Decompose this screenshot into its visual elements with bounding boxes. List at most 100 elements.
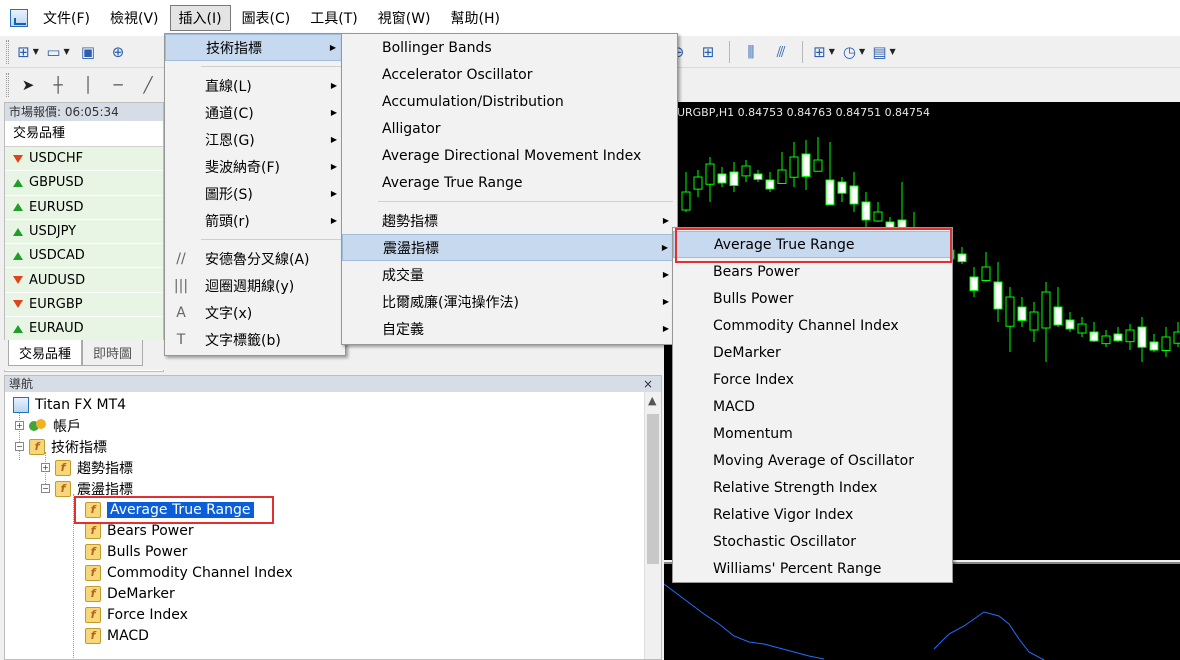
menu-insert[interactable]: 插入(I) bbox=[169, 5, 231, 31]
menu-item[interactable]: Accelerator Oscillator bbox=[342, 61, 677, 88]
menu-item[interactable]: 直線(L) ▶ bbox=[165, 72, 345, 99]
menu-charts[interactable]: 圖表(C) bbox=[233, 5, 300, 31]
menu-item[interactable]: 自定義 ▶ bbox=[342, 315, 677, 342]
tree-indicators[interactable]: − f 技術指標 bbox=[5, 436, 661, 457]
tab-symbols[interactable]: 交易品種 bbox=[8, 340, 83, 366]
oscillator-menu-item[interactable]: Relative Vigor Index bbox=[673, 501, 952, 528]
symbol-label: AUDUSD bbox=[29, 272, 86, 288]
menu-item[interactable]: // 安德魯分叉線(A) bbox=[165, 245, 345, 272]
submenu-arrow-icon: ▶ bbox=[330, 135, 337, 144]
tree-trend[interactable]: + f 趨勢指標 bbox=[5, 457, 661, 478]
symbol-row[interactable]: EURGBP bbox=[5, 292, 163, 318]
toolbar-grip[interactable] bbox=[6, 73, 9, 97]
menu-item-label: 趨勢指標 bbox=[382, 213, 438, 230]
menu-item[interactable]: 通道(C) ▶ bbox=[165, 99, 345, 126]
symbol-row[interactable]: GBPUSD bbox=[5, 171, 163, 196]
new-chart-icon[interactable]: ⊞ ▼ bbox=[16, 40, 40, 64]
tree-indicator-item[interactable]: f Force Index bbox=[5, 604, 661, 625]
menu-item[interactable]: 成交量 ▶ bbox=[342, 261, 677, 288]
oscillator-menu-item[interactable]: MACD bbox=[673, 393, 952, 420]
crosshair-icon[interactable]: ⊕ bbox=[106, 40, 130, 64]
indicator-folder-icon: f bbox=[55, 459, 71, 476]
cursor-icon[interactable]: ➤ bbox=[16, 73, 40, 97]
tile-windows-icon[interactable]: ⊞ bbox=[696, 40, 720, 64]
menu-tools[interactable]: 工具(T) bbox=[301, 5, 366, 31]
symbol-row[interactable]: USDCAD bbox=[5, 244, 163, 269]
menu-item[interactable]: 技術指標 ▶ bbox=[165, 34, 345, 61]
menu-item[interactable]: T 文字標籤(b) bbox=[165, 326, 345, 353]
menu-item[interactable]: Alligator bbox=[342, 115, 677, 142]
menu-item[interactable]: 箭頭(r) ▶ bbox=[165, 207, 345, 234]
menu-item[interactable]: 比爾威廉(渾沌操作法) ▶ bbox=[342, 288, 677, 315]
menu-item[interactable]: 圖形(S) ▶ bbox=[165, 180, 345, 207]
menu-item-label: 圖形(S) bbox=[205, 186, 253, 203]
tree-accounts[interactable]: + 帳戶 bbox=[5, 415, 661, 436]
menu-item[interactable]: 江恩(G) ▶ bbox=[165, 126, 345, 153]
collapse-icon[interactable]: − bbox=[41, 484, 50, 493]
oscillator-menu-item[interactable]: Williams' Percent Range bbox=[673, 555, 952, 582]
collapse-icon[interactable]: − bbox=[15, 442, 24, 451]
oscillator-menu-item[interactable]: Force Index bbox=[673, 366, 952, 393]
vertical-line-icon[interactable]: │ bbox=[76, 73, 100, 97]
tree-indicator-item[interactable]: f Commodity Channel Index bbox=[5, 562, 661, 583]
tree-root[interactable]: Titan FX MT4 bbox=[5, 394, 661, 415]
oscillator-menu-item[interactable]: Momentum bbox=[673, 420, 952, 447]
oscillator-menu-item[interactable]: DeMarker bbox=[673, 339, 952, 366]
menu-item-label: 技術指標 bbox=[206, 40, 262, 57]
profiles-icon[interactable]: ▭ ▼ bbox=[46, 40, 70, 64]
menu-item[interactable]: 斐波納奇(F) ▶ bbox=[165, 153, 345, 180]
crosshair-tool-icon[interactable]: ┼ bbox=[46, 73, 70, 97]
symbol-row[interactable]: AUDUSD bbox=[5, 268, 163, 293]
menu-help[interactable]: 幫助(H) bbox=[442, 5, 509, 31]
submenu-arrow-icon: ▶ bbox=[330, 81, 337, 90]
close-icon[interactable]: × bbox=[643, 376, 653, 392]
tab-tick-chart[interactable]: 即時圖 bbox=[82, 340, 144, 366]
arrow-up-icon bbox=[13, 227, 23, 236]
candle-body bbox=[1065, 319, 1075, 330]
chart-shift-icon[interactable]: ⫼ bbox=[739, 40, 763, 64]
menu-item[interactable]: Bollinger Bands bbox=[342, 34, 677, 61]
menu-item-label: 江恩(G) bbox=[205, 132, 255, 149]
oscillator-menu-item[interactable]: Stochastic Oscillator bbox=[673, 528, 952, 555]
menu-item[interactable]: A 文字(x) bbox=[165, 299, 345, 326]
tree-indicator-item[interactable]: f Bulls Power bbox=[5, 541, 661, 562]
tree-indicator-item[interactable]: f DeMarker bbox=[5, 583, 661, 604]
menu-item[interactable]: Accumulation/Distribution bbox=[342, 88, 677, 115]
oscillator-menu-item[interactable]: Commodity Channel Index bbox=[673, 312, 952, 339]
autoscroll-icon[interactable]: ⫻ bbox=[769, 40, 793, 64]
menu-item[interactable]: 震盪指標 ▶ bbox=[342, 234, 677, 261]
symbol-row[interactable]: EURAUD bbox=[5, 317, 163, 342]
symbol-row[interactable]: USDJPY bbox=[5, 219, 163, 245]
oscillator-menu-item[interactable]: Relative Strength Index bbox=[673, 474, 952, 501]
toolbar-grip[interactable] bbox=[6, 39, 9, 64]
oscillator-menu-item[interactable]: Bulls Power bbox=[673, 285, 952, 312]
menu-item[interactable]: Average Directional Movement Index bbox=[342, 142, 677, 169]
menu-item[interactable]: Average True Range bbox=[342, 169, 677, 196]
menu-item[interactable]: 趨勢指標 ▶ bbox=[342, 207, 677, 234]
symbol-row[interactable]: USDCHF bbox=[5, 147, 163, 172]
tree-item-label: Commodity Channel Index bbox=[107, 564, 293, 581]
menu-item-label: 通道(C) bbox=[205, 105, 254, 122]
tree-indicator-item[interactable]: f MACD bbox=[5, 625, 661, 646]
scroll-up-icon[interactable]: ▲ bbox=[648, 394, 656, 407]
market-watch-icon[interactable]: ▣ bbox=[76, 40, 100, 64]
tree-item-label: Bulls Power bbox=[107, 543, 188, 560]
expand-icon[interactable]: + bbox=[41, 463, 50, 472]
symbol-row[interactable]: EURUSD bbox=[5, 195, 163, 220]
expand-icon[interactable]: + bbox=[15, 421, 24, 430]
oscillator-menu-item[interactable]: Moving Average of Oscillator bbox=[673, 447, 952, 474]
indicators-icon[interactable]: ⊞ ▼ bbox=[812, 40, 836, 64]
menu-window[interactable]: 視窗(W) bbox=[369, 5, 440, 31]
menu-item[interactable]: ||| 迴圈週期線(y) bbox=[165, 272, 345, 299]
symbol-column-header[interactable]: 交易品種 bbox=[5, 121, 163, 147]
indicator-icon: f bbox=[85, 543, 101, 560]
periods-icon[interactable]: ◷ ▼ bbox=[842, 40, 866, 64]
horizontal-line-icon[interactable]: ─ bbox=[106, 73, 130, 97]
templates-icon[interactable]: ▤ ▼ bbox=[872, 40, 896, 64]
scrollbar-thumb[interactable] bbox=[647, 414, 659, 564]
menu-item-label: 比爾威廉(渾沌操作法) bbox=[382, 294, 519, 311]
menu-view[interactable]: 檢視(V) bbox=[101, 5, 168, 31]
menu-file[interactable]: 文件(F) bbox=[34, 5, 99, 31]
trendline-icon[interactable]: ╱ bbox=[136, 73, 160, 97]
navigator-scrollbar[interactable]: ▲ bbox=[644, 392, 661, 659]
